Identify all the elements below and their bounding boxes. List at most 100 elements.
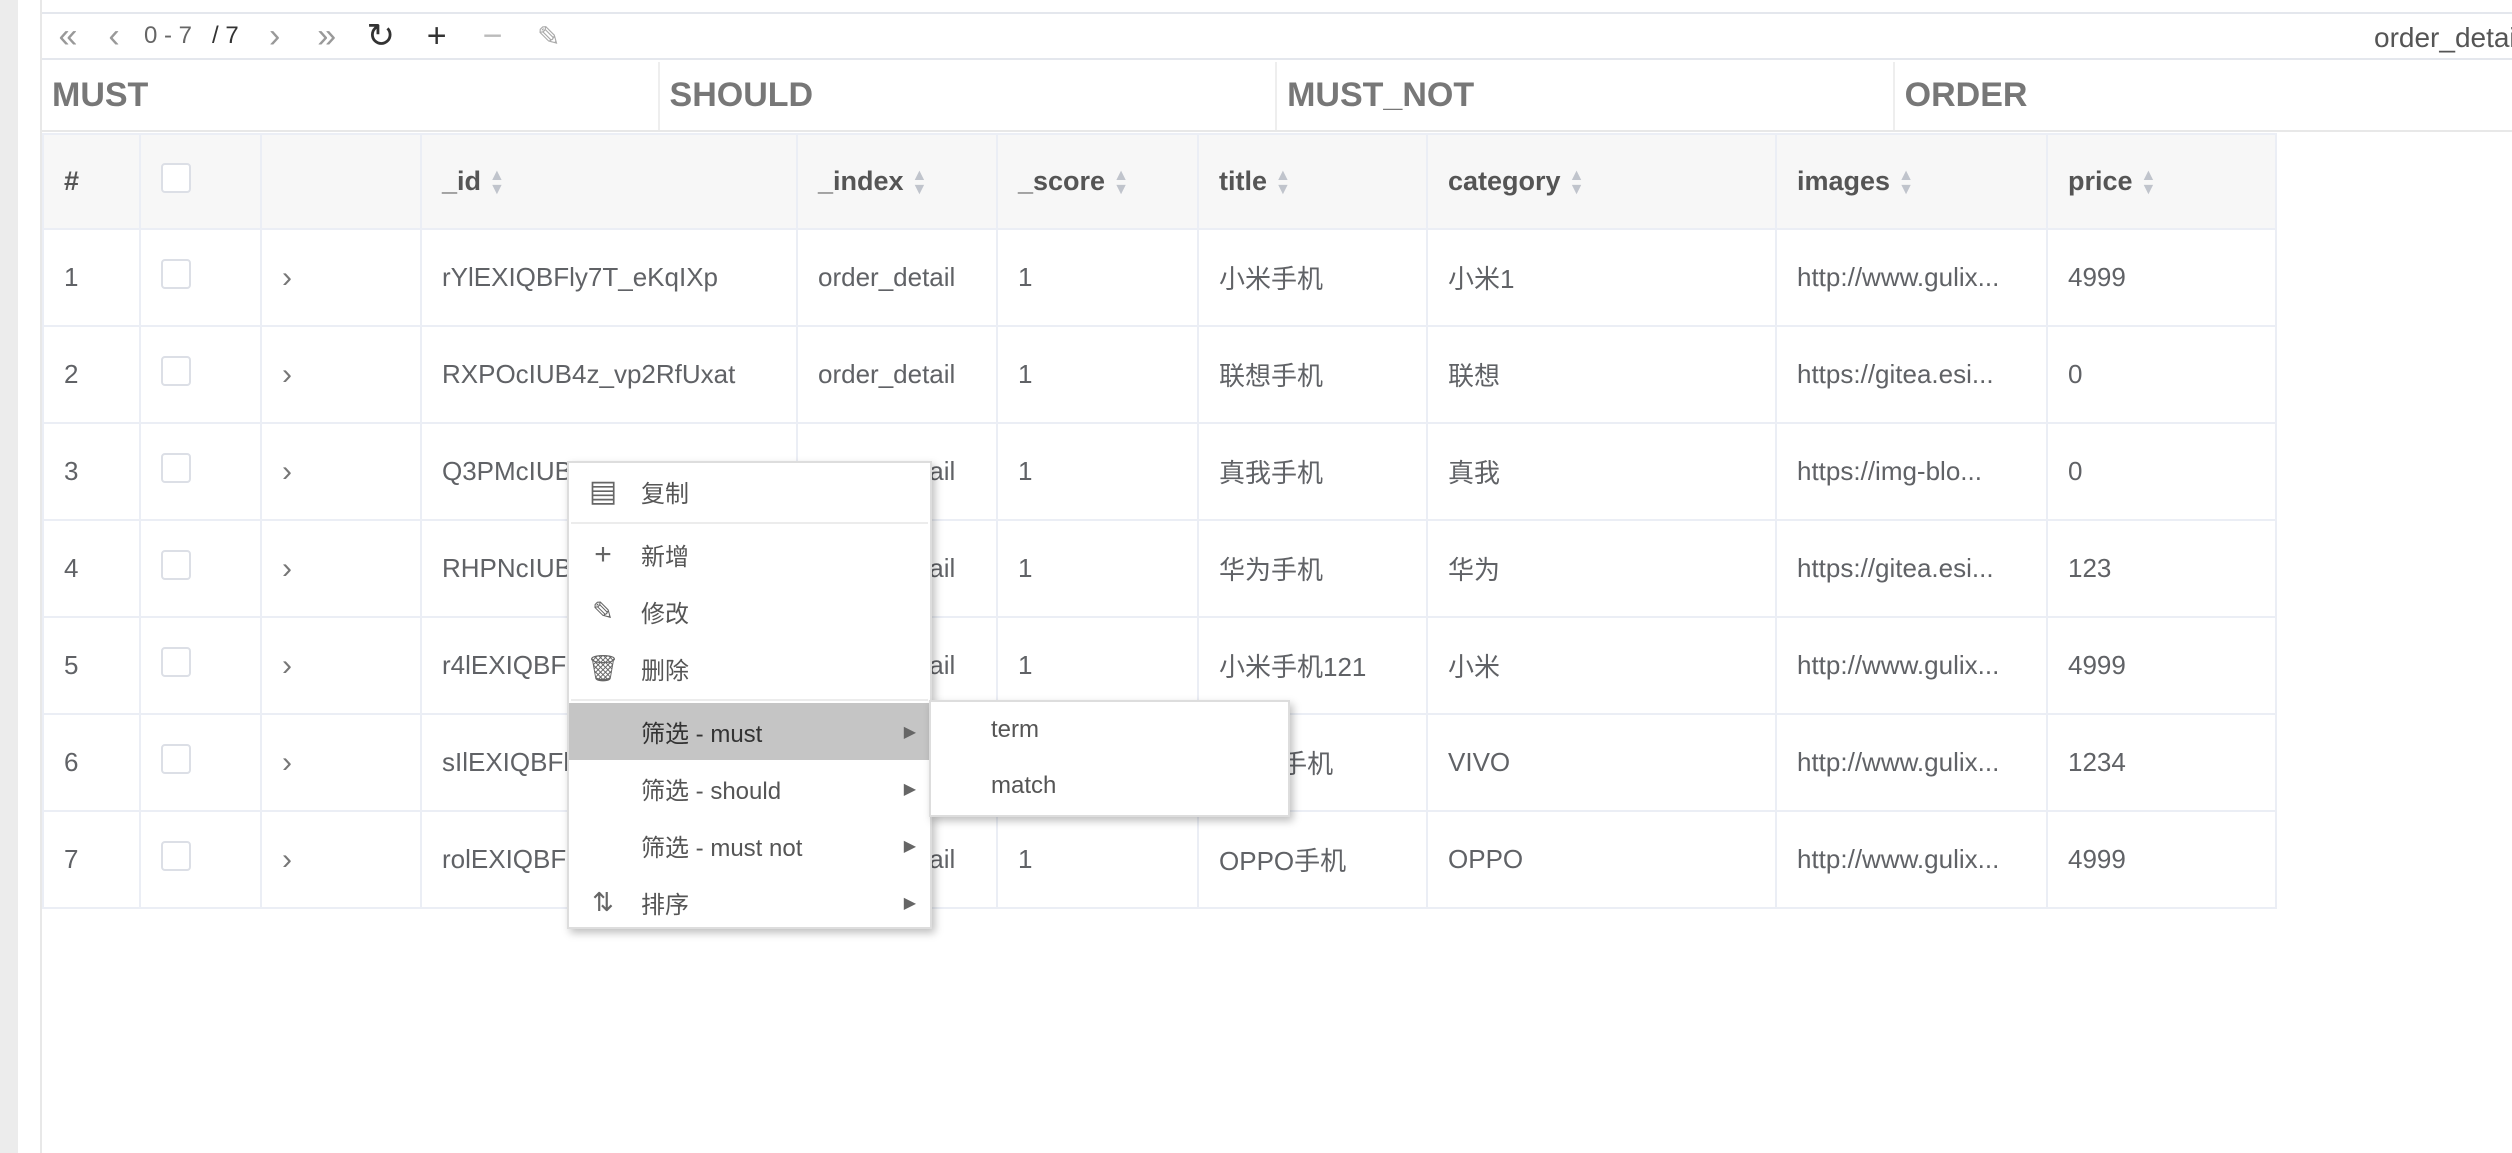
cell-expand: › xyxy=(260,616,422,715)
menu-add[interactable]: + 新增 xyxy=(569,526,930,583)
col-label: _index xyxy=(818,166,904,196)
trash-icon: 🗑 xyxy=(586,653,620,683)
cell-category: 联想 xyxy=(1426,325,1777,424)
last-page-icon[interactable]: » xyxy=(301,14,353,58)
cell-expand: › xyxy=(260,519,422,618)
menu-sort[interactable]: ⇅ 排序 ▶ xyxy=(569,874,930,931)
cell-images: https://img-blo... xyxy=(1775,422,2048,521)
table-row[interactable]: 4›RHPNcIUBorder_detail1华为手机华为https://git… xyxy=(42,519,2277,618)
cell-num: 3 xyxy=(42,422,141,521)
col-price[interactable]: price ▲ ▼ xyxy=(2046,133,2277,230)
menu-delete[interactable]: 🗑 删除 xyxy=(569,640,930,697)
cell-title: 联想手机 xyxy=(1197,325,1428,424)
cell-category: 小米1 xyxy=(1426,228,1777,327)
table-row[interactable]: 1 › rYlEXIQBFly7T_eKqIXp order_detail 1 小米手机小… xyxy=(42,228,2277,327)
col-title[interactable]: title ▲ ▼ xyxy=(1197,133,1428,230)
cell-title: 真我手机 xyxy=(1197,422,1428,521)
col-images[interactable]: images ▲ ▼ xyxy=(1775,133,2048,230)
prev-page-icon[interactable]: ‹ xyxy=(94,14,134,58)
cell-num: 7 xyxy=(42,810,141,909)
left-panel-edge xyxy=(0,0,18,1153)
filter-submenu: term match xyxy=(929,700,1290,817)
cell-num: 5 xyxy=(42,616,141,715)
col-score[interactable]: _score ▲ ▼ xyxy=(996,133,1199,230)
row-checkbox[interactable] xyxy=(161,841,191,871)
col-label: _id xyxy=(442,166,482,196)
cell-category: 小米 xyxy=(1426,616,1777,715)
caret-right-icon: ▶ xyxy=(903,723,916,741)
menu-filter-must-not[interactable]: 筛选 - must not ▶ xyxy=(569,817,930,874)
expand-chevron-icon[interactable]: › xyxy=(282,649,292,682)
col-label: images xyxy=(1797,166,1891,196)
add-icon[interactable]: + xyxy=(409,14,465,58)
menu-label: 修改 xyxy=(641,601,689,628)
filter-bar: MUST SHOULD MUST_NOT ORDER xyxy=(42,62,2512,132)
sort-icon[interactable]: ▲ ▼ xyxy=(2141,167,2157,197)
filter-order[interactable]: ORDER xyxy=(1895,62,2512,130)
expand-chevron-icon[interactable]: › xyxy=(282,358,292,391)
row-checkbox[interactable] xyxy=(161,744,191,774)
sort-icon[interactable]: ▲ ▼ xyxy=(1898,167,1914,197)
cell-expand: › xyxy=(260,713,422,812)
cell-images: https://gitea.esi... xyxy=(1775,325,2048,424)
filter-must-not[interactable]: MUST_NOT xyxy=(1277,62,1895,130)
cell-price: 1234 xyxy=(2046,713,2277,812)
cell-score: 1 xyxy=(996,519,1199,618)
edit-icon[interactable]: ✎ xyxy=(521,14,577,58)
header-row: # _id ▲ ▼ _index ▲ ▼ _score ▲ ▼ title ▲ ▼ catego… xyxy=(42,133,2277,230)
sort-icon[interactable]: ▲ ▼ xyxy=(912,167,928,197)
table-row[interactable]: 7›rolEXIQBForder_detail1OPPO手机OPPOhttp:/… xyxy=(42,810,2277,909)
filter-should[interactable]: SHOULD xyxy=(660,62,1278,130)
submenu-match[interactable]: match xyxy=(931,758,1288,814)
remove-icon[interactable]: − xyxy=(465,14,521,58)
expand-chevron-icon[interactable]: › xyxy=(282,552,292,585)
cell-select xyxy=(139,713,262,812)
col-index[interactable]: _index ▲ ▼ xyxy=(796,133,998,230)
page-total: / 7 xyxy=(212,22,239,49)
submenu-term[interactable]: term xyxy=(931,702,1288,758)
sort-icon[interactable]: ▲ ▼ xyxy=(1569,167,1585,197)
next-page-icon[interactable]: › xyxy=(249,14,301,58)
col-id[interactable]: _id ▲ ▼ xyxy=(420,133,798,230)
select-all-checkbox[interactable] xyxy=(161,163,191,193)
row-checkbox[interactable] xyxy=(161,453,191,483)
table-row[interactable]: 2 › RXPOcIUB4z_vp2RfUxat order_detail 1 联想手机联… xyxy=(42,325,2277,424)
menu-edit[interactable]: ✎ 修改 xyxy=(569,583,930,640)
sort-icon[interactable]: ▲ ▼ xyxy=(489,167,505,197)
cell-select xyxy=(139,616,262,715)
menu-copy[interactable]: ▤ 复制 xyxy=(569,463,930,520)
col-category[interactable]: category ▲ ▼ xyxy=(1426,133,1777,230)
table-row[interactable]: 3›Q3PMcIUBorder_detail1真我手机真我https://img… xyxy=(42,422,2277,521)
menu-label: 筛选 - must not xyxy=(641,835,803,862)
cell-title: 小米手机 xyxy=(1197,228,1428,327)
cell-category: 真我 xyxy=(1426,422,1777,521)
row-checkbox[interactable] xyxy=(161,550,191,580)
filter-must[interactable]: MUST xyxy=(42,62,660,130)
cell-images: http://www.gulix... xyxy=(1775,616,2048,715)
cell-price: 0 xyxy=(2046,325,2277,424)
expand-chevron-icon[interactable]: › xyxy=(282,455,292,488)
index-name: order_detail xyxy=(2374,22,2512,53)
menu-filter-should[interactable]: 筛选 - should ▶ xyxy=(569,760,930,817)
first-page-icon[interactable]: « xyxy=(42,14,94,58)
caret-right-icon: ▶ xyxy=(903,780,916,798)
cell-score: 1 xyxy=(996,422,1199,521)
cell-index: order_detail xyxy=(796,228,998,327)
row-checkbox[interactable] xyxy=(161,647,191,677)
menu-filter-must[interactable]: 筛选 - must ▶ xyxy=(569,703,930,760)
refresh-icon[interactable]: ↻ xyxy=(353,14,409,58)
col-expand xyxy=(260,133,422,230)
row-checkbox[interactable] xyxy=(161,356,191,386)
expand-chevron-icon[interactable]: › xyxy=(282,261,292,294)
cell-expand: › xyxy=(260,228,422,327)
expand-chevron-icon[interactable]: › xyxy=(282,746,292,779)
menu-label: 排序 xyxy=(641,892,689,919)
context-menu: ▤ 复制 + 新增 ✎ 修改 🗑 删除 筛选 - must ▶ 筛选 - should ▶ … xyxy=(567,461,932,929)
menu-label: 筛选 - must xyxy=(641,721,763,748)
row-checkbox[interactable] xyxy=(161,259,191,289)
sort-icon[interactable]: ▲ ▼ xyxy=(1113,167,1129,197)
expand-chevron-icon[interactable]: › xyxy=(282,843,292,876)
sort-icon[interactable]: ▲ ▼ xyxy=(1275,167,1291,197)
cell-num: 4 xyxy=(42,519,141,618)
cell-id: rYlEXIQBFly7T_eKqIXp xyxy=(420,228,798,327)
